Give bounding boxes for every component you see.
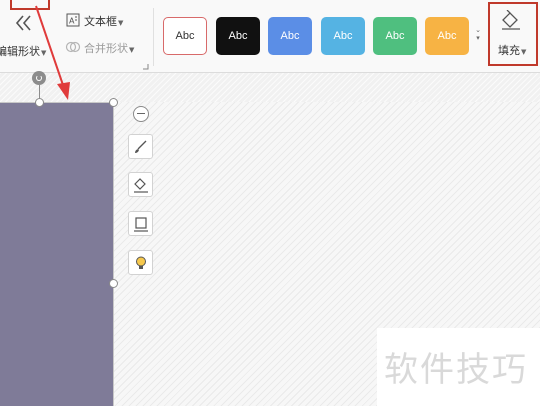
chevron-down-icon: ▼ [118, 19, 124, 27]
style-preset-label: Abc [385, 30, 405, 42]
annotation-arrow [35, 5, 70, 100]
shape-effects-button[interactable] [128, 250, 153, 275]
group-expand-icon[interactable] [143, 64, 149, 70]
selection-border-right [113, 102, 114, 406]
more-icon: ▾ [476, 34, 480, 42]
chevron-down-icon: ▼ [521, 48, 527, 56]
brush-icon [134, 140, 146, 153]
merge-shape-label: 合并形状 [84, 42, 128, 55]
style-preset-label: Abc [280, 30, 300, 42]
chevron-down-icon: ⌄ [475, 26, 481, 34]
shape-style-button[interactable] [128, 134, 153, 159]
style-preset-5[interactable]: Abc [373, 17, 417, 55]
fill-button[interactable]: 填充▼ [492, 6, 536, 62]
fill-label: 填充 [498, 44, 520, 57]
style-preset-1[interactable]: Abc [163, 17, 207, 55]
shape-fill-button[interactable] [128, 172, 153, 197]
outline-frame-icon [133, 216, 148, 232]
watermark: 软件技巧 [377, 328, 540, 406]
watermark-text: 软件技巧 [384, 350, 528, 390]
divider [153, 8, 154, 66]
style-preset-3[interactable]: Abc [268, 17, 312, 55]
selected-rectangle-shape[interactable] [0, 102, 114, 406]
resize-handle-right[interactable] [109, 279, 118, 288]
resize-handle-top-right[interactable] [109, 98, 118, 107]
style-preset-6[interactable]: Abc [425, 17, 469, 55]
style-preset-label: Abc [333, 30, 353, 42]
style-gallery-more-button[interactable]: ⌄ ▾ [473, 26, 483, 42]
fill-bucket-icon [502, 10, 520, 30]
lightbulb-icon [135, 256, 146, 269]
style-preset-4[interactable]: Abc [321, 17, 365, 55]
style-preset-label: Abc [437, 30, 457, 42]
style-preset-2[interactable]: Abc [216, 17, 260, 55]
style-preset-label: Abc [228, 30, 248, 42]
shape-outline-button[interactable] [128, 211, 153, 236]
style-preset-label: Abc [175, 30, 195, 42]
collapse-icon[interactable] [133, 106, 149, 122]
fill-bucket-icon [133, 177, 148, 193]
chevron-down-icon: ▼ [129, 46, 135, 54]
